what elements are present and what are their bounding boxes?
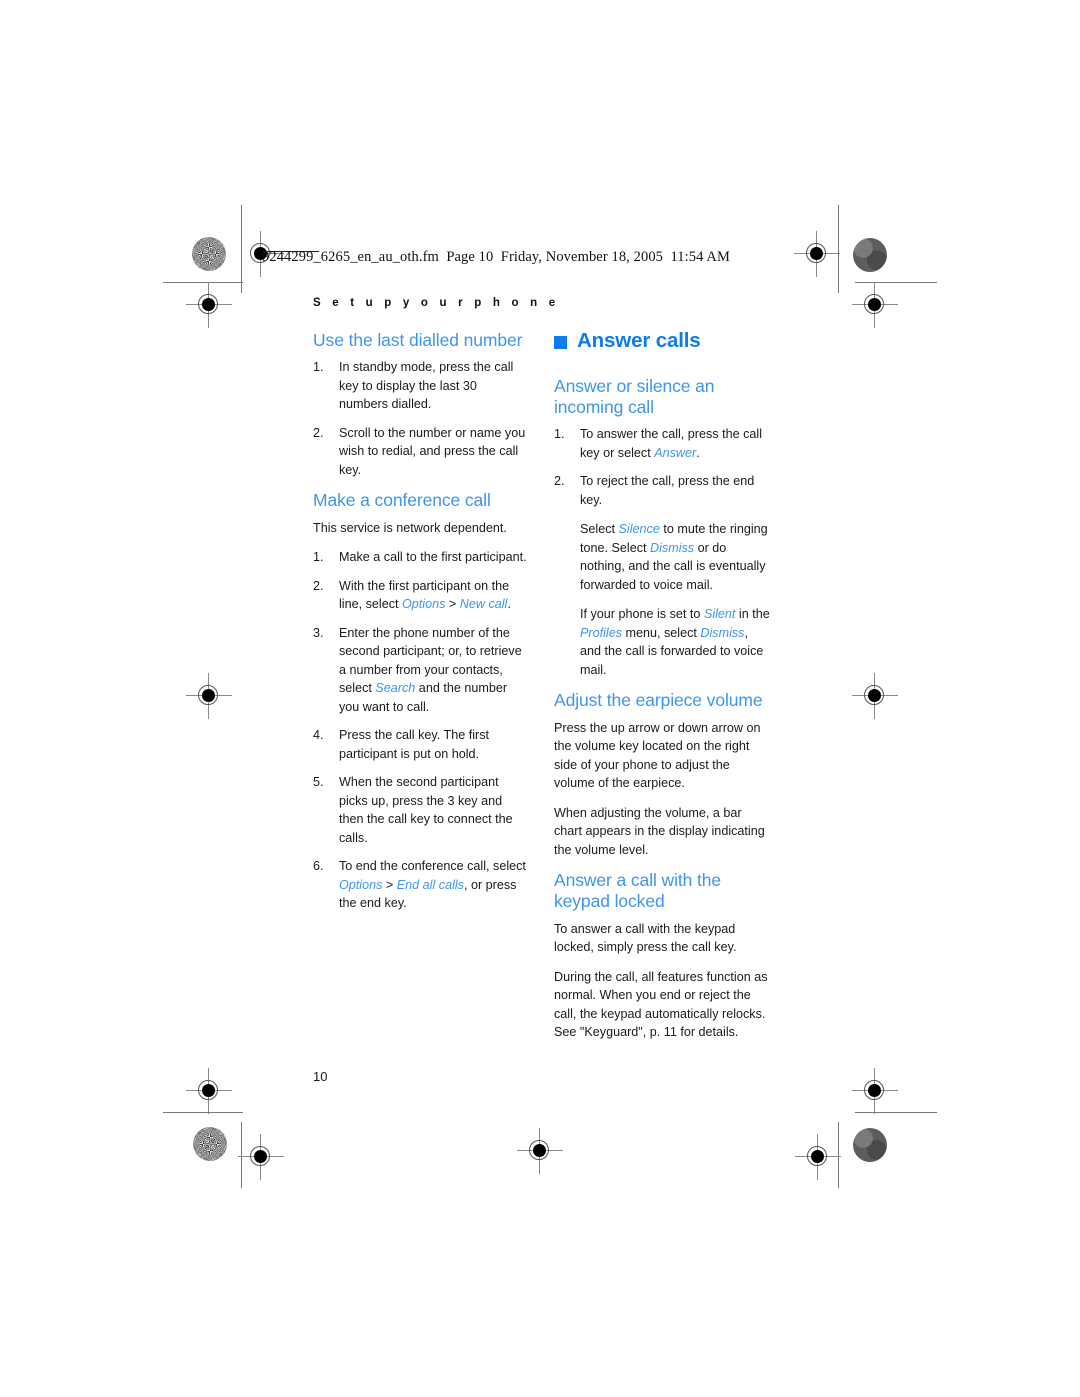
ui-term: Dismiss <box>700 625 745 640</box>
ui-term: Dismiss <box>650 540 695 555</box>
heading-adjust-earpiece-volume: Adjust the earpiece volume <box>554 690 763 711</box>
halftone-density-patch-icon <box>192 237 226 271</box>
running-head: S e t u p y o u r p h o n e <box>313 297 560 309</box>
ui-term: Options <box>339 877 383 892</box>
answer-silence-note-1: Select Silence to mute the ringing tone.… <box>580 522 768 592</box>
answer-silence-note-2: If your phone is set to Silent in the Pr… <box>580 607 770 677</box>
list-item: Scroll to the number or name you wish to… <box>313 424 526 477</box>
heading-use-last-dialled-number: Use the last dialled number <box>313 330 523 350</box>
page-title-label: Answer calls <box>577 329 701 352</box>
steps-answer-or-silence: To answer the call, press the call key o… <box>554 425 771 509</box>
list-item: In standby mode, press the call key to d… <box>313 358 514 412</box>
halftone-density-patch-icon <box>853 1128 887 1162</box>
keypad-locked-paragraph-2: During the call, all features function a… <box>554 969 768 1040</box>
conference-call-intro: This service is network dependent. <box>313 520 507 535</box>
list-item: Press the call key. The first participan… <box>313 726 490 761</box>
heading-answer-call-keypad-locked: Answer a call with the keypad locked <box>554 870 722 912</box>
list-item: Make a call to the first participant. <box>313 548 527 566</box>
ui-term: Search <box>375 681 416 696</box>
menu-separator: > <box>445 597 460 612</box>
ui-term: Silent <box>703 607 736 622</box>
ui-term: Silence <box>618 522 660 537</box>
square-bullet-icon <box>554 335 567 349</box>
registration-target-icon <box>852 673 898 719</box>
registration-target-icon <box>186 1068 232 1114</box>
halftone-density-patch-icon <box>853 238 887 272</box>
list-item: To answer the call, press the call key o… <box>554 425 762 460</box>
registration-target-icon <box>795 1134 841 1180</box>
right-column: Answer calls Answer or silence an incomi… <box>554 329 771 1053</box>
earpiece-volume-paragraph-1: Press the up arrow or down arrow on the … <box>554 720 761 791</box>
registration-target-icon <box>852 1068 898 1114</box>
ui-term: New call <box>459 597 508 612</box>
earpiece-volume-paragraph-2: When adjusting the volume, a bar chart a… <box>554 805 765 857</box>
ui-term: Profiles <box>580 625 622 640</box>
steps-make-a-conference-call: Make a call to the first participant. Wi… <box>313 548 529 913</box>
halftone-density-patch-icon <box>193 1127 227 1161</box>
file-stamp: 9244299_6265_en_au_oth.fm Page 10 Friday… <box>262 249 730 265</box>
registration-target-icon <box>238 1134 284 1180</box>
left-column: Use the last dialled number In standby m… <box>313 330 529 924</box>
list-item: With the first participant on the line, … <box>313 577 511 612</box>
page-title: Answer calls <box>554 329 771 353</box>
heading-make-a-conference-call: Make a conference call <box>313 490 491 511</box>
page-number: 10 <box>313 1069 328 1084</box>
list-item: When the second participant picks up, pr… <box>313 773 513 845</box>
registration-target-icon <box>852 282 898 328</box>
heading-answer-or-silence-incoming-call: Answer or silence an incoming call <box>554 375 715 417</box>
list-item: Enter the phone number of the second par… <box>313 624 522 714</box>
registration-target-icon <box>186 282 232 328</box>
list-item: To end the conference call, select Optio… <box>313 857 526 911</box>
ui-term: Answer <box>654 445 697 460</box>
menu-separator: > <box>382 877 397 892</box>
ui-term: End all calls <box>396 877 464 892</box>
page-body: Use the last dialled number In standby m… <box>313 329 771 1053</box>
crop-line <box>163 1112 243 1114</box>
registration-target-icon <box>794 231 840 277</box>
ui-term: Options <box>402 597 446 612</box>
registration-target-icon <box>186 673 232 719</box>
list-item: To reject the call, press the end key. <box>554 472 755 507</box>
registration-target-icon <box>517 1128 563 1174</box>
steps-use-last-dialled-number: In standby mode, press the call key to d… <box>313 358 529 479</box>
keypad-locked-paragraph-1: To answer a call with the keypad locked,… <box>554 921 737 955</box>
